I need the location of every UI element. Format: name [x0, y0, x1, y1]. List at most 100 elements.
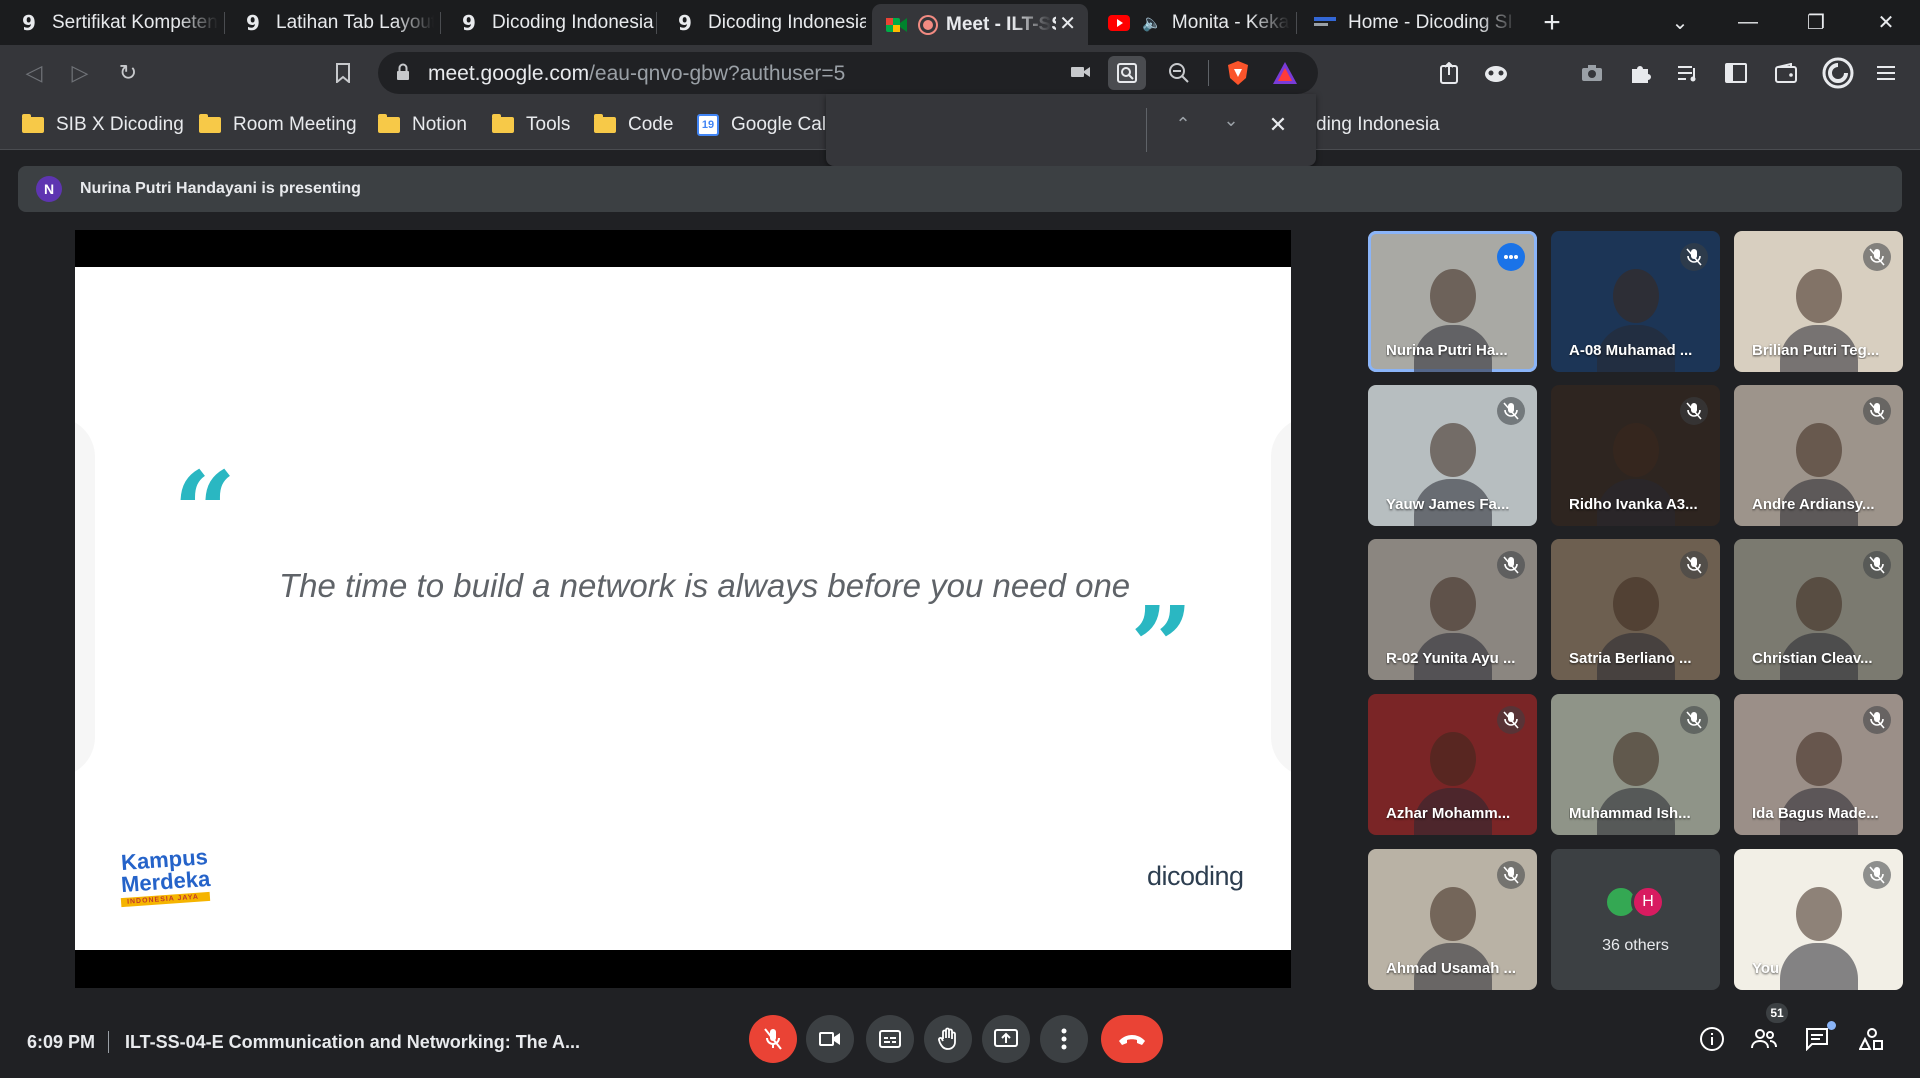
camera-button[interactable] [806, 1015, 854, 1063]
participant-tile[interactable]: Satria Berliano ... [1551, 539, 1720, 680]
mic-muted-icon [1680, 551, 1708, 579]
leave-call-button[interactable] [1101, 1015, 1163, 1063]
participant-tile[interactable]: You [1734, 849, 1903, 990]
reload-button[interactable]: ↻ [108, 53, 148, 93]
participants-button[interactable]: 51 [1744, 1003, 1788, 1059]
others-count-label: 36 others [1602, 937, 1669, 954]
bookmark-folder[interactable]: Notion [378, 112, 467, 138]
back-button[interactable]: ◁ [14, 53, 54, 93]
browser-tab[interactable]: 9 Dicoding Indonesia [444, 4, 654, 41]
presenting-text: Nurina Putri Handayani is presenting [80, 180, 361, 197]
avatar: H [1631, 885, 1665, 919]
mic-muted-icon [1680, 397, 1708, 425]
bookmark-folder[interactable]: Room Meeting [199, 112, 357, 138]
participant-tile[interactable]: Andre Ardiansy... [1734, 385, 1903, 526]
browser-menu-icon[interactable] [1866, 53, 1906, 93]
participant-tile[interactable]: Yauw James Fa... [1368, 385, 1537, 526]
recording-indicator-icon [920, 16, 936, 33]
bookmark-folder[interactable]: Tools [492, 112, 570, 138]
participant-tile[interactable]: Nurina Putri Ha... [1368, 231, 1537, 372]
participant-tile[interactable]: Ridho Ivanka A3... [1551, 385, 1720, 526]
bookmark-google-calendar[interactable]: 19 Google Cale [697, 112, 837, 138]
close-window-button[interactable]: ✕ [1858, 0, 1914, 45]
new-tab-button[interactable]: + [1524, 0, 1580, 45]
more-options-button[interactable] [1040, 1015, 1088, 1063]
meeting-details-button[interactable] [1692, 1019, 1732, 1059]
google-meet-favicon-icon [886, 14, 908, 36]
participant-tile[interactable]: Ida Bagus Made... [1734, 694, 1903, 835]
browser-tab[interactable]: 🔈 Monita - Kekasih [1094, 4, 1290, 41]
browser-tab[interactable]: 9 Latihan Tab Layout c [228, 4, 434, 41]
address-bar[interactable]: meet.google.com/eau-qnvo-gbw?authuser=5 [378, 52, 1318, 94]
forward-button[interactable]: ▷ [60, 53, 100, 93]
site-favicon-icon [1314, 12, 1336, 34]
camera-extension-icon[interactable] [1572, 53, 1612, 93]
mic-muted-icon [1863, 551, 1891, 579]
participant-tile[interactable]: Christian Cleav... [1734, 539, 1903, 680]
captions-button[interactable] [866, 1015, 914, 1063]
participant-name: You [1752, 960, 1780, 977]
extensions-puzzle-icon[interactable] [1620, 53, 1660, 93]
participant-tile[interactable]: R-02 Yunita Ayu ... [1368, 539, 1537, 680]
find-next-button[interactable]: ⌄ [1216, 110, 1246, 140]
minimize-button[interactable]: — [1720, 0, 1776, 45]
zoom-icon[interactable] [1168, 62, 1190, 89]
participant-tile[interactable]: Muhammad Ish... [1551, 694, 1720, 835]
activities-button[interactable] [1852, 1019, 1892, 1059]
mic-muted-icon [1497, 861, 1525, 889]
folder-icon [378, 114, 400, 133]
find-close-button[interactable]: ✕ [1263, 112, 1293, 142]
participant-name: A-08 Muhamad ... [1569, 342, 1693, 359]
profile-avatar-icon[interactable] [1818, 53, 1858, 93]
audio-playing-icon[interactable]: 🔈 [1142, 13, 1162, 33]
participant-tile[interactable]: Ahmad Usamah ... [1368, 849, 1537, 990]
participant-name: Ida Bagus Made... [1752, 805, 1879, 822]
extension-upload-icon[interactable] [1429, 53, 1469, 93]
participant-tile[interactable]: Brilian Putri Teg... [1734, 231, 1903, 372]
close-quote-mark: ” [1130, 582, 1194, 711]
browser-tab[interactable]: 9 Dicoding Indonesia [660, 4, 866, 41]
microphone-off-button[interactable] [749, 1015, 797, 1063]
present-screen-button[interactable] [982, 1015, 1030, 1063]
participant-tile[interactable]: H 36 others [1551, 849, 1720, 990]
participant-name: Ahmad Usamah ... [1386, 960, 1517, 977]
camera-in-use-icon[interactable] [1071, 64, 1091, 85]
tab-search-button[interactable]: ⌄ [1652, 0, 1708, 45]
speaking-indicator-icon [1497, 243, 1525, 271]
bookmark-folder[interactable]: SIB X Dicoding [22, 112, 184, 138]
sidebar-toggle-icon[interactable] [1716, 53, 1756, 93]
restore-button[interactable]: ❐ [1788, 0, 1844, 45]
find-previous-button[interactable]: ⌃ [1168, 114, 1198, 144]
extension-mask-icon[interactable] [1476, 53, 1516, 93]
close-tab-icon[interactable]: ✕ [1059, 11, 1076, 36]
media-controls-icon[interactable] [1668, 53, 1708, 93]
mic-muted-icon [1863, 861, 1891, 889]
brave-rewards-icon[interactable] [1272, 61, 1298, 90]
bookmark-item[interactable]: ding Indonesia [1316, 112, 1440, 138]
raise-hand-button[interactable] [924, 1015, 972, 1063]
participant-name: Satria Berliano ... [1569, 650, 1692, 667]
dicoding-favicon-icon: 9 [22, 10, 36, 35]
chat-button[interactable] [1798, 1019, 1838, 1059]
url-text[interactable]: meet.google.com/eau-qnvo-gbw?authuser=5 [428, 62, 845, 86]
tab-title: Dicoding Indonesia [708, 11, 866, 33]
screen-share-indicator-icon[interactable] [1108, 56, 1146, 90]
participant-tile[interactable]: Azhar Mohamm... [1368, 694, 1537, 835]
video-feed [1780, 887, 1858, 990]
participant-tile[interactable]: A-08 Muhamad ... [1551, 231, 1720, 372]
closed-captions-icon [879, 1030, 901, 1048]
browser-tab[interactable]: Home - Dicoding SI [1300, 4, 1518, 41]
participant-name: Christian Cleav... [1752, 650, 1873, 667]
dicoding-favicon-icon: 9 [678, 10, 692, 35]
wallet-icon[interactable] [1766, 53, 1806, 93]
bookmark-folder[interactable]: Code [594, 112, 673, 138]
browser-tab[interactable]: 9 Sertifikat Kompetens [4, 4, 218, 41]
video-camera-icon [819, 1032, 840, 1046]
presentation-slide: “ The time to build a network is always … [75, 267, 1291, 950]
browser-tab-active[interactable]: Meet - ILT-SS ✕ [872, 4, 1088, 45]
bookmark-button[interactable] [323, 53, 363, 93]
brave-shield-icon[interactable] [1226, 60, 1250, 91]
folder-icon [22, 114, 44, 133]
folder-icon [594, 114, 616, 133]
lock-icon[interactable] [396, 63, 410, 86]
